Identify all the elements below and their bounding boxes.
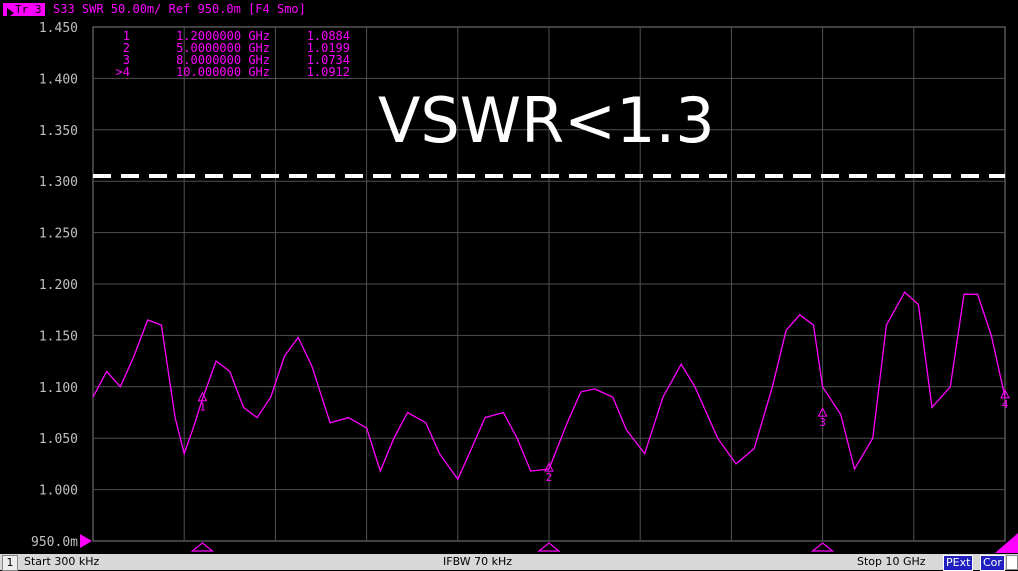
y-tick-label: 1.250 (39, 227, 78, 242)
y-axis-ticks: 1.450 1.400 1.350 1.300 1.250 1.200 1.150 1.100… (31, 21, 78, 550)
stop-frequency[interactable]: Stop 10 GHz (857, 554, 926, 570)
y-tick-label: 1.100 (39, 381, 78, 396)
y-tick-label: 1.050 (39, 432, 78, 447)
ifbw-setting[interactable]: IFBW 70 kHz (443, 554, 512, 570)
stimulus-marker-icon[interactable] (537, 542, 561, 552)
correction-badge[interactable]: Cor (980, 555, 1005, 571)
stimulus-marker-icon[interactable] (810, 542, 835, 552)
vswr-annotation: VSWR<1.3 (378, 84, 715, 157)
y-tick-label: 1.300 (39, 175, 78, 190)
y-tick-label: 1.200 (39, 278, 78, 293)
stimulus-marker-icons (190, 533, 1018, 553)
marker-number: 2 (546, 471, 553, 484)
marker-value: 1.0912 (306, 65, 350, 79)
stimulus-marker-icon[interactable] (190, 542, 215, 552)
marker-table: 1 1.2000000 GHz 1.0884 2 5.0000000 GHz 1.0199… (100, 30, 350, 78)
marker-number: 3 (819, 416, 826, 429)
marker-row[interactable]: >4 10.000000 GHz 1.0912 (100, 66, 350, 78)
marker-symbols: 1 2 3 4 (197, 388, 1010, 484)
ref-arrow-shape (80, 534, 92, 548)
y-tick-label: 1.450 (39, 21, 78, 36)
marker-number: 4 (1002, 398, 1009, 411)
ref-level-arrow-icon (80, 534, 92, 548)
y-tick-label: 1.350 (39, 124, 78, 139)
marker-index: >4 (115, 65, 130, 79)
y-tick-label: 950.0m (31, 535, 78, 550)
status-slot (1006, 555, 1018, 570)
marker-number: 1 (199, 401, 206, 414)
y-tick-label: 1.400 (39, 72, 78, 87)
port-extension-badge[interactable]: PExt (943, 555, 974, 571)
y-tick-label: 1.150 (39, 329, 78, 344)
channel-indicator[interactable]: 1 (2, 555, 18, 571)
active-marker-icon[interactable] (995, 533, 1018, 553)
y-tick-label: 1.000 (39, 484, 78, 499)
start-frequency[interactable]: Start 300 kHz (24, 554, 99, 570)
status-bar: 1 Start 300 kHz IFBW 70 kHz Stop 10 GHz … (0, 554, 1018, 571)
marker-freq: 10.000000 GHz (176, 65, 270, 79)
